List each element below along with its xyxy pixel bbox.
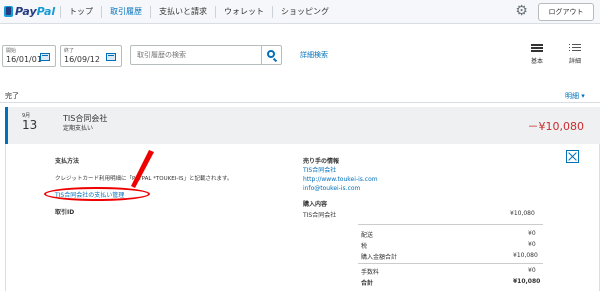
purchase-amount: ¥10,080 (510, 210, 535, 217)
calendar-icon[interactable] (40, 53, 50, 61)
total-label: 合計 (361, 280, 374, 287)
seller-info-title: 売り手の情報 (303, 158, 340, 165)
transaction-day: 13 (22, 118, 38, 132)
list-view-icon (531, 44, 543, 54)
main-nav: トップ 取引履歴 支払いと請求 ウォレット ショッピング (60, 6, 337, 18)
transaction-amount: －¥10,080 (527, 120, 585, 133)
summary-value: ¥0 (528, 267, 536, 274)
start-date-field[interactable]: 開始 16/01/01 (2, 45, 56, 67)
details-toggle[interactable]: 明細 ▾ (565, 91, 585, 101)
nav-payments-billing[interactable]: 支払いと請求 (150, 6, 215, 18)
divider (358, 224, 543, 225)
advanced-search-link[interactable]: 詳細検索 (300, 50, 328, 60)
paypal-mark-icon (4, 6, 13, 17)
start-date-value: 16/01/01 (6, 55, 42, 64)
summary-value: ¥0 (528, 230, 536, 237)
total-value: ¥10,080 (513, 278, 541, 285)
gear-icon[interactable]: ⚙ (514, 4, 529, 19)
start-date-label: 開始 (6, 48, 17, 54)
view-detail-label: 詳細 (568, 58, 581, 65)
view-basic-button[interactable]: 基本 (526, 44, 548, 65)
summary-label: 購入金額合計 (361, 254, 398, 261)
search-button[interactable] (262, 45, 282, 65)
nav-top[interactable]: トップ (60, 6, 101, 18)
summary-value: ¥10,080 (513, 252, 538, 259)
paypal-logo[interactable]: Pay Pal (4, 5, 55, 18)
payment-method-title: 支払方法 (55, 158, 80, 165)
search-icon (267, 50, 275, 58)
end-date-field[interactable]: 終了 16/09/12 (60, 45, 122, 67)
annotation-arrow (131, 150, 154, 188)
transaction-id-title: 取引ID (55, 209, 75, 216)
purchase-item: TIS合同会社 (303, 212, 337, 219)
calendar-icon[interactable] (106, 53, 116, 61)
summary-label: 税 (361, 243, 368, 250)
view-basic-label: 基本 (530, 58, 543, 65)
search-input[interactable] (130, 45, 262, 65)
end-date-value: 16/09/12 (64, 55, 100, 64)
transaction-type: 定期支払い (63, 125, 94, 132)
seller-name-link[interactable]: TIS合同会社 (303, 165, 336, 174)
nav-transactions[interactable]: 取引履歴 (101, 6, 150, 18)
seller-url-link[interactable]: http://www.toukei-is.com (303, 176, 378, 183)
nav-wallet[interactable]: ウォレット (215, 6, 272, 18)
close-icon[interactable] (566, 150, 579, 163)
end-date-label: 終了 (64, 48, 75, 54)
detail-view-icon (569, 44, 581, 54)
nav-shopping[interactable]: ショッピング (272, 6, 337, 18)
summary-label: 配送 (361, 232, 374, 239)
logout-button[interactable]: ログアウト (538, 3, 594, 21)
transaction-row[interactable]: 9月 13 TIS合同会社 定期支払い －¥10,080 (5, 107, 600, 144)
section-title: 完了 (5, 92, 19, 100)
summary-label: 手数料 (361, 269, 380, 276)
view-detail-button[interactable]: 詳細 (564, 44, 586, 65)
top-navigation: Pay Pal トップ 取引履歴 支払いと請求 ウォレット ショッピング ⚙ ログ… (0, 0, 600, 24)
seller-email-link[interactable]: info@toukei-is.com (303, 185, 360, 192)
divider (358, 263, 543, 264)
purchase-title: 購入内容 (303, 201, 328, 208)
summary-value: ¥0 (528, 241, 536, 248)
divider (0, 102, 600, 103)
